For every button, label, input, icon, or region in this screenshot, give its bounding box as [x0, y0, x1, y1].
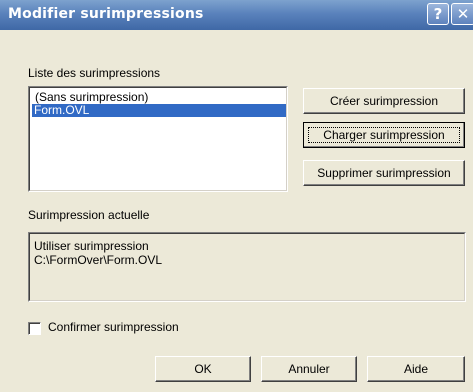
delete-overlay-button[interactable]: Supprimer surimpression [303, 160, 465, 186]
current-overlay-path: C:\FormOver\Form.OVL [34, 253, 163, 267]
load-overlay-button[interactable]: Charger surimpression [303, 122, 465, 148]
current-overlay-label: Surimpression actuelle [28, 208, 150, 222]
window-title: Modifier surimpressions [8, 6, 204, 22]
confirm-overlay-label: Confirmer surimpression [48, 320, 179, 334]
create-overlay-button[interactable]: Créer surimpression [303, 88, 465, 114]
cancel-button[interactable]: Annuler [261, 356, 357, 382]
cancel-label: Annuler [288, 362, 330, 376]
ok-label: OK [194, 362, 212, 376]
list-item-selected[interactable]: Form.OVL [32, 104, 286, 117]
overlay-listbox[interactable]: (Sans surimpression) Form.OVL [28, 86, 288, 192]
confirm-overlay-checkbox[interactable] [28, 322, 41, 335]
focus-ring [308, 127, 460, 143]
create-overlay-label: Créer surimpression [329, 94, 439, 108]
close-icon[interactable]: ✕ [451, 3, 473, 25]
close-glyph: ✕ [456, 4, 470, 23]
current-overlay-box: Utiliser surimpression C:\FormOver\Form.… [28, 232, 466, 302]
delete-overlay-label: Supprimer surimpression [317, 166, 451, 180]
title-bar: Modifier surimpressions ? ✕ [0, 0, 473, 30]
help-icon[interactable]: ? [427, 3, 449, 25]
help-glyph: ? [433, 4, 443, 23]
overlay-list-label: Liste des surimpressions [28, 66, 161, 80]
ok-button[interactable]: OK [155, 356, 251, 382]
help-button[interactable]: Aide [367, 356, 465, 382]
current-overlay-status: Utiliser surimpression [34, 239, 149, 253]
help-label: Aide [403, 362, 429, 376]
